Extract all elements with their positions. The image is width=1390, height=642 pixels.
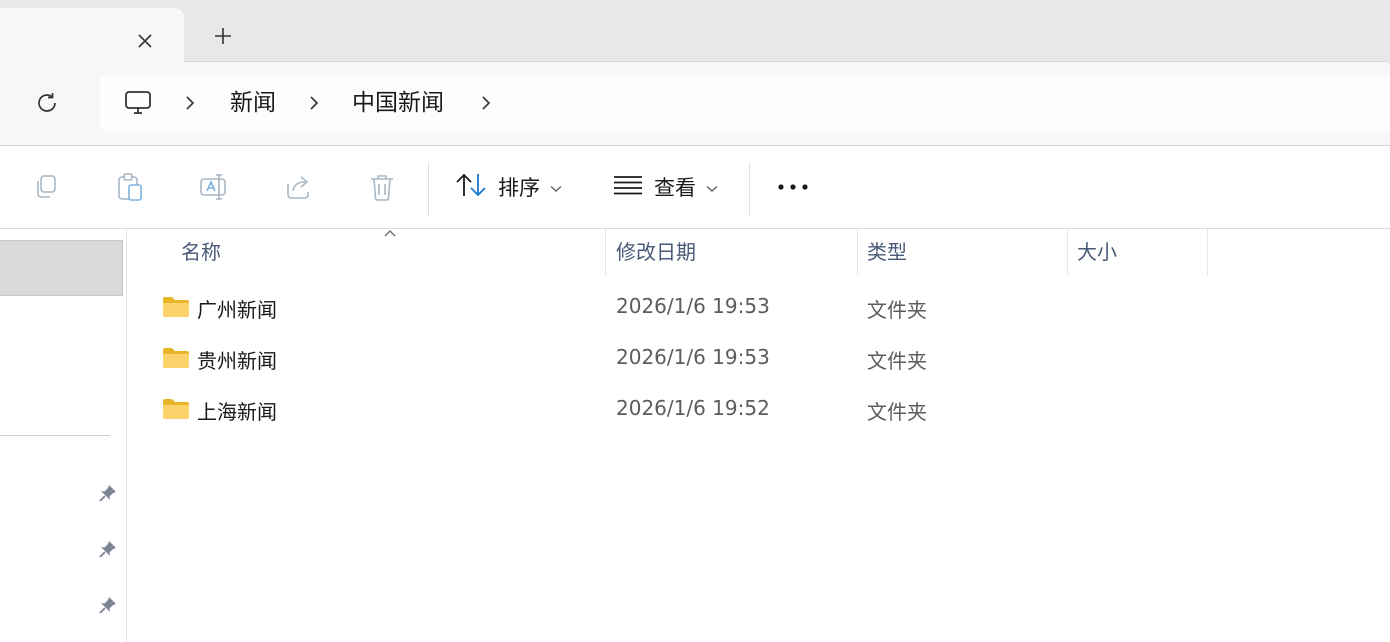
file-modified: 2026/1/6 19:53 xyxy=(616,345,770,369)
chevron-right-icon[interactable] xyxy=(304,92,324,114)
more-icon[interactable] xyxy=(776,170,810,204)
file-type: 文件夹 xyxy=(867,400,927,424)
sort-button[interactable]: 排序 xyxy=(454,168,562,206)
sort-label: 排序 xyxy=(498,176,540,200)
toolbar-separator xyxy=(749,162,750,216)
column-type[interactable]: 类型 xyxy=(867,229,907,275)
column-name[interactable]: 名称 xyxy=(181,229,221,275)
breadcrumb-news[interactable]: 新闻 xyxy=(230,88,276,118)
column-divider[interactable] xyxy=(1067,229,1068,275)
toolbar-separator xyxy=(428,162,429,216)
pin-icon[interactable] xyxy=(96,481,120,505)
file-name: 上海新闻 xyxy=(197,400,277,424)
active-tab[interactable] xyxy=(0,8,184,62)
folder-icon xyxy=(163,399,189,419)
file-modified: 2026/1/6 19:52 xyxy=(616,396,770,420)
copy-icon[interactable] xyxy=(29,170,63,204)
refresh-icon[interactable] xyxy=(30,86,64,120)
share-icon[interactable] xyxy=(281,170,315,204)
sidebar-item-selected[interactable] xyxy=(0,240,123,296)
chevron-right-icon[interactable] xyxy=(180,92,200,114)
view-button[interactable]: 查看 xyxy=(612,168,718,206)
column-header: 名称 修改日期 类型 大小 xyxy=(128,229,1390,275)
tab-strip xyxy=(0,0,1390,62)
sort-ascending-icon xyxy=(384,230,396,237)
chevron-right-icon[interactable] xyxy=(476,92,496,114)
paste-icon[interactable] xyxy=(113,170,147,204)
sidebar-divider xyxy=(0,435,110,436)
folder-icon xyxy=(163,297,189,317)
file-row[interactable]: 贵州新闻 2026/1/6 19:53 文件夹 xyxy=(150,337,1370,381)
plus-icon[interactable] xyxy=(208,22,238,50)
folder-icon xyxy=(163,348,189,368)
command-bar: 排序 查看 xyxy=(0,146,1390,228)
file-name: 贵州新闻 xyxy=(197,349,277,373)
file-row[interactable]: 广州新闻 2026/1/6 19:53 文件夹 xyxy=(150,286,1370,330)
sort-icon xyxy=(454,171,488,203)
breadcrumb-china-news[interactable]: 中国新闻 xyxy=(352,88,444,118)
file-type: 文件夹 xyxy=(867,298,927,322)
pin-icon[interactable] xyxy=(96,537,120,561)
close-icon[interactable] xyxy=(132,28,158,54)
rename-icon[interactable] xyxy=(197,170,231,204)
file-name: 广州新闻 xyxy=(197,298,277,322)
column-divider[interactable] xyxy=(605,229,606,275)
file-modified: 2026/1/6 19:53 xyxy=(616,294,770,318)
column-divider[interactable] xyxy=(857,229,858,275)
file-row[interactable]: 上海新闻 2026/1/6 19:52 文件夹 xyxy=(150,388,1370,432)
view-label: 查看 xyxy=(654,176,696,200)
navigation-pane xyxy=(0,229,127,642)
chevron-down-icon xyxy=(550,178,562,197)
pin-icon[interactable] xyxy=(96,593,120,617)
delete-icon[interactable] xyxy=(365,170,399,204)
computer-icon[interactable] xyxy=(122,88,154,118)
column-size[interactable]: 大小 xyxy=(1077,229,1117,275)
address-row: 新闻 中国新闻 xyxy=(0,62,1390,146)
column-modified[interactable]: 修改日期 xyxy=(616,229,696,275)
address-bar[interactable]: 新闻 中国新闻 xyxy=(100,75,1390,131)
view-icon xyxy=(612,173,644,201)
chevron-down-icon xyxy=(706,178,718,197)
file-type: 文件夹 xyxy=(867,349,927,373)
column-divider[interactable] xyxy=(1207,229,1208,275)
